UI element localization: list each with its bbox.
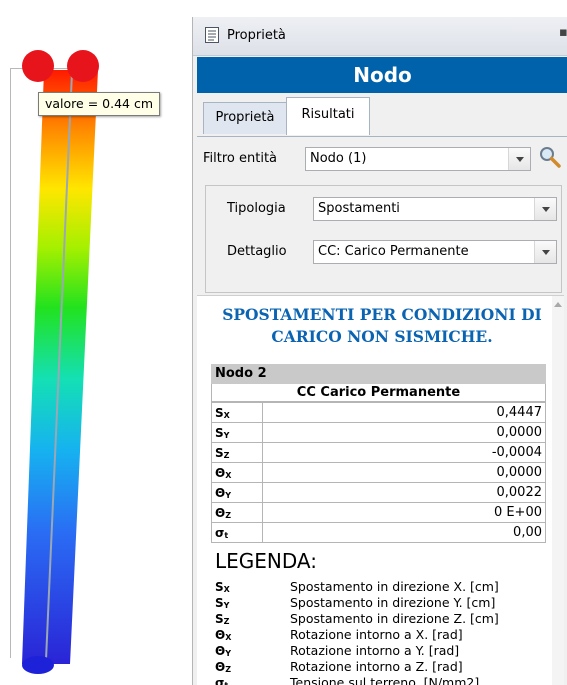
- legend-symbol: σ: [215, 676, 225, 685]
- row-symbol: Θ: [215, 485, 226, 500]
- tab-strip: Proprietà Risultati: [197, 95, 567, 137]
- tipologia-select-value: Spostamenti: [318, 201, 400, 216]
- report-scrollbar[interactable]: [552, 296, 564, 685]
- chevron-down-icon[interactable]: [534, 198, 556, 220]
- row-value: 0,00: [262, 522, 546, 543]
- panel-title: Proprietà: [227, 28, 286, 43]
- legend-description: Rotazione intorno a X. [rad]: [290, 627, 463, 642]
- row-symbol-sub: Z: [225, 510, 232, 520]
- row-symbol: Θ: [215, 465, 226, 480]
- value-tooltip: valore = 0.44 cm: [38, 92, 161, 116]
- tooltip-label: valore: [45, 96, 84, 111]
- legend-description: Rotazione intorno a Z. [rad]: [290, 659, 463, 674]
- table-row: σt 0,00: [211, 522, 546, 543]
- legend-description: Spostamento in direzione X. [cm]: [290, 579, 499, 594]
- filter-select[interactable]: Nodo (1): [305, 147, 531, 171]
- legend-description: Spostamento in direzione Y. [cm]: [290, 595, 496, 610]
- legend-symbol-sub: Y: [223, 601, 230, 610]
- tab-proprieta[interactable]: Proprietà: [203, 102, 287, 134]
- node-marker-left[interactable]: [22, 50, 54, 82]
- row-value: 0,4447: [262, 402, 546, 423]
- legend-symbol-sub: Z: [225, 665, 232, 674]
- row-symbol-sub: Z: [223, 450, 230, 460]
- dettaglio-label: Dettaglio: [227, 244, 287, 259]
- chevron-down-icon[interactable]: [508, 148, 530, 170]
- table-row: SX 0,4447: [211, 402, 546, 423]
- tab-risultati[interactable]: Risultati: [286, 97, 370, 135]
- dettaglio-select[interactable]: CC: Carico Permanente: [313, 240, 557, 264]
- filter-select-value: Nodo (1): [310, 151, 367, 166]
- row-value: -0,0004: [262, 442, 546, 463]
- legend-description: Tensione sul terreno. [N/mm2]: [290, 675, 480, 685]
- legend-symbol-sub: Z: [223, 617, 230, 626]
- table-row: SY 0,0000: [211, 422, 546, 443]
- row-symbol-sub: Y: [225, 490, 231, 500]
- legend-symbol: S: [215, 580, 224, 594]
- row-symbol-sub: t: [224, 530, 229, 540]
- legend-symbol-sub: X: [223, 585, 230, 594]
- panel-title-bar[interactable]: Proprietà ▪: [193, 17, 567, 56]
- legend-symbol-sub: Y: [225, 649, 231, 658]
- legend-symbol-sub: X: [225, 633, 232, 642]
- results-table: SX 0,4447 SY 0,0000 SZ -0,0004 ΘX 0,0000…: [211, 402, 546, 543]
- base-node-marker[interactable]: [22, 656, 54, 674]
- scroll-up-icon[interactable]: [554, 302, 562, 307]
- properties-icon: [205, 27, 219, 43]
- legend-symbol: S: [215, 612, 224, 626]
- table-row: SZ -0,0004: [211, 442, 546, 463]
- legend-description: Rotazione intorno a Y. [rad]: [290, 643, 460, 658]
- row-symbol: S: [215, 405, 224, 420]
- row-value: 0,0022: [262, 482, 546, 503]
- row-symbol: S: [215, 425, 224, 440]
- legenda-title: LEGENDA:: [215, 549, 317, 573]
- properties-panel: Proprietà ▪ Nodo Proprietà Risultati Fil…: [192, 17, 567, 685]
- dettaglio-select-value: CC: Carico Permanente: [318, 244, 469, 259]
- tab-divider: [197, 136, 567, 137]
- table-row: ΘZ 0 E+00: [211, 502, 546, 523]
- row-value: 0 E+00: [262, 502, 546, 523]
- table-row: ΘX 0,0000: [211, 462, 546, 483]
- row-value: 0,0000: [262, 422, 546, 443]
- report-title: SPOSTAMENTI PER CONDIZIONI DI CARICO NON…: [217, 304, 547, 348]
- report-title-line2: CARICO NON SISMICHE.: [271, 327, 493, 346]
- legend-description: Spostamento in direzione Z. [cm]: [290, 611, 499, 626]
- beam-body: [22, 70, 98, 664]
- results-report[interactable]: SPOSTAMENTI PER CONDIZIONI DI CARICO NON…: [197, 295, 564, 685]
- table-row: ΘY 0,0022: [211, 482, 546, 503]
- row-symbol-sub: X: [225, 470, 232, 480]
- tipologia-label: Tipologia: [227, 201, 286, 216]
- condition-header: CC Carico Permanente: [211, 384, 546, 402]
- row-value: 0,0000: [262, 462, 546, 483]
- 3d-viewport[interactable]: valore = 0.44 cm: [0, 0, 192, 685]
- tooltip-value: = 0.44 cm: [87, 96, 154, 111]
- entity-header: Nodo: [197, 57, 567, 93]
- tipologia-select[interactable]: Spostamenti: [313, 197, 557, 221]
- chevron-down-icon[interactable]: [534, 241, 556, 263]
- legend-symbol: S: [215, 596, 224, 610]
- row-symbol: Θ: [215, 505, 226, 520]
- legend-symbol: Θ: [215, 628, 226, 642]
- row-symbol: S: [215, 445, 224, 460]
- report-title-line1: SPOSTAMENTI PER CONDIZIONI DI: [222, 305, 542, 324]
- node-header: Nodo 2: [211, 364, 546, 384]
- node-marker-right[interactable]: [67, 50, 99, 82]
- pin-icon[interactable]: ▪: [559, 25, 567, 40]
- filter-label: Filtro entità: [203, 151, 278, 166]
- row-symbol: σ: [215, 525, 225, 540]
- legend-symbol: Θ: [215, 644, 226, 658]
- row-symbol-sub: X: [223, 410, 230, 420]
- row-symbol-sub: Y: [223, 430, 230, 440]
- legend-symbol-sub: t: [224, 681, 228, 685]
- search-icon[interactable]: [538, 145, 562, 169]
- legend-symbol: Θ: [215, 660, 226, 674]
